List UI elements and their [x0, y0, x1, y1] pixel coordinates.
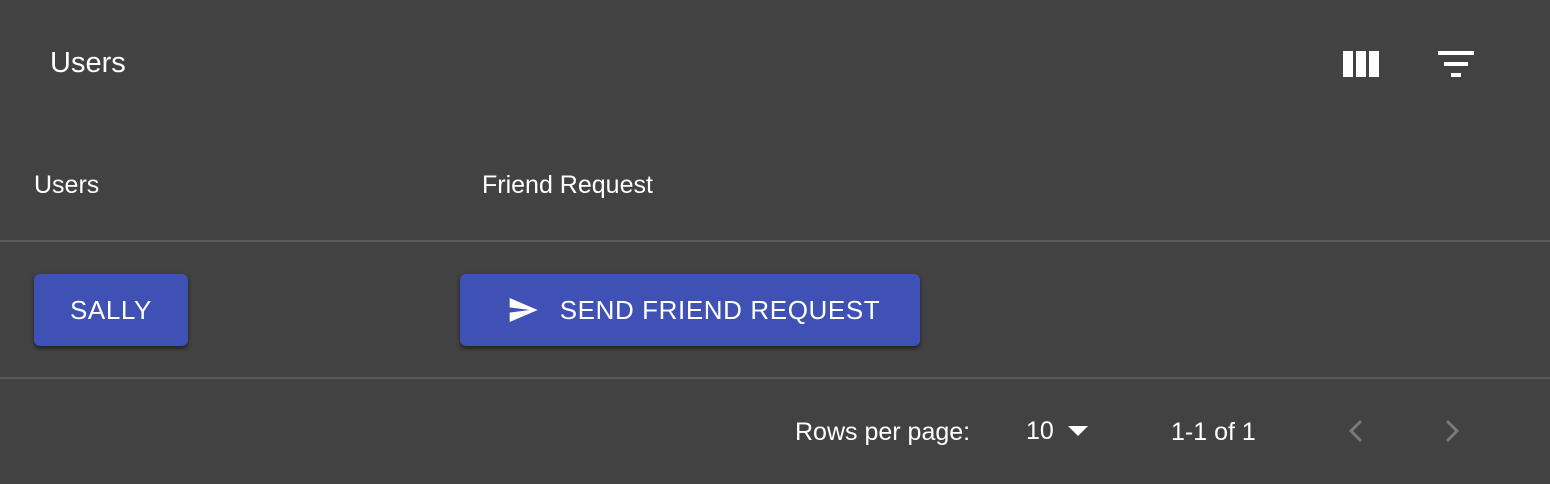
column-header-users[interactable]: Users — [34, 168, 99, 202]
table-title: Users — [50, 47, 126, 79]
next-page-button[interactable] — [1430, 409, 1474, 453]
send-icon — [504, 294, 542, 326]
chevron-right-icon — [1445, 419, 1459, 443]
table-toolbar: Users — [0, 0, 1550, 128]
pagination-range: 1-1 of 1 — [1171, 418, 1256, 446]
user-sally-button[interactable]: SALLY — [34, 274, 188, 346]
rows-per-page-select[interactable]: 10 — [1026, 413, 1088, 449]
rows-per-page-label: Rows per page: — [795, 418, 971, 446]
view-column-icon — [1343, 51, 1379, 77]
dropdown-arrow-icon — [1067, 426, 1088, 436]
chevron-left-icon — [1349, 419, 1363, 443]
column-header-friend-request[interactable]: Friend Request — [482, 168, 653, 202]
previous-page-button[interactable] — [1334, 409, 1378, 453]
table-pagination: Rows per page: 10 1-1 of 1 — [0, 379, 1550, 484]
view-columns-button[interactable] — [1337, 40, 1385, 88]
rows-per-page-value: 10 — [1026, 417, 1054, 445]
table-header-row: Users Friend Request — [0, 128, 1550, 242]
users-table-panel: Users Users Friend Request SALLY SEND FR… — [0, 0, 1550, 484]
filter-button[interactable] — [1432, 40, 1480, 88]
send-friend-request-label: SEND FRIEND REQUEST — [559, 294, 881, 325]
filter-list-icon — [1438, 51, 1474, 77]
table-row: SALLY SEND FRIEND REQUEST — [0, 242, 1550, 379]
send-friend-request-button[interactable]: SEND FRIEND REQUEST — [460, 274, 920, 346]
